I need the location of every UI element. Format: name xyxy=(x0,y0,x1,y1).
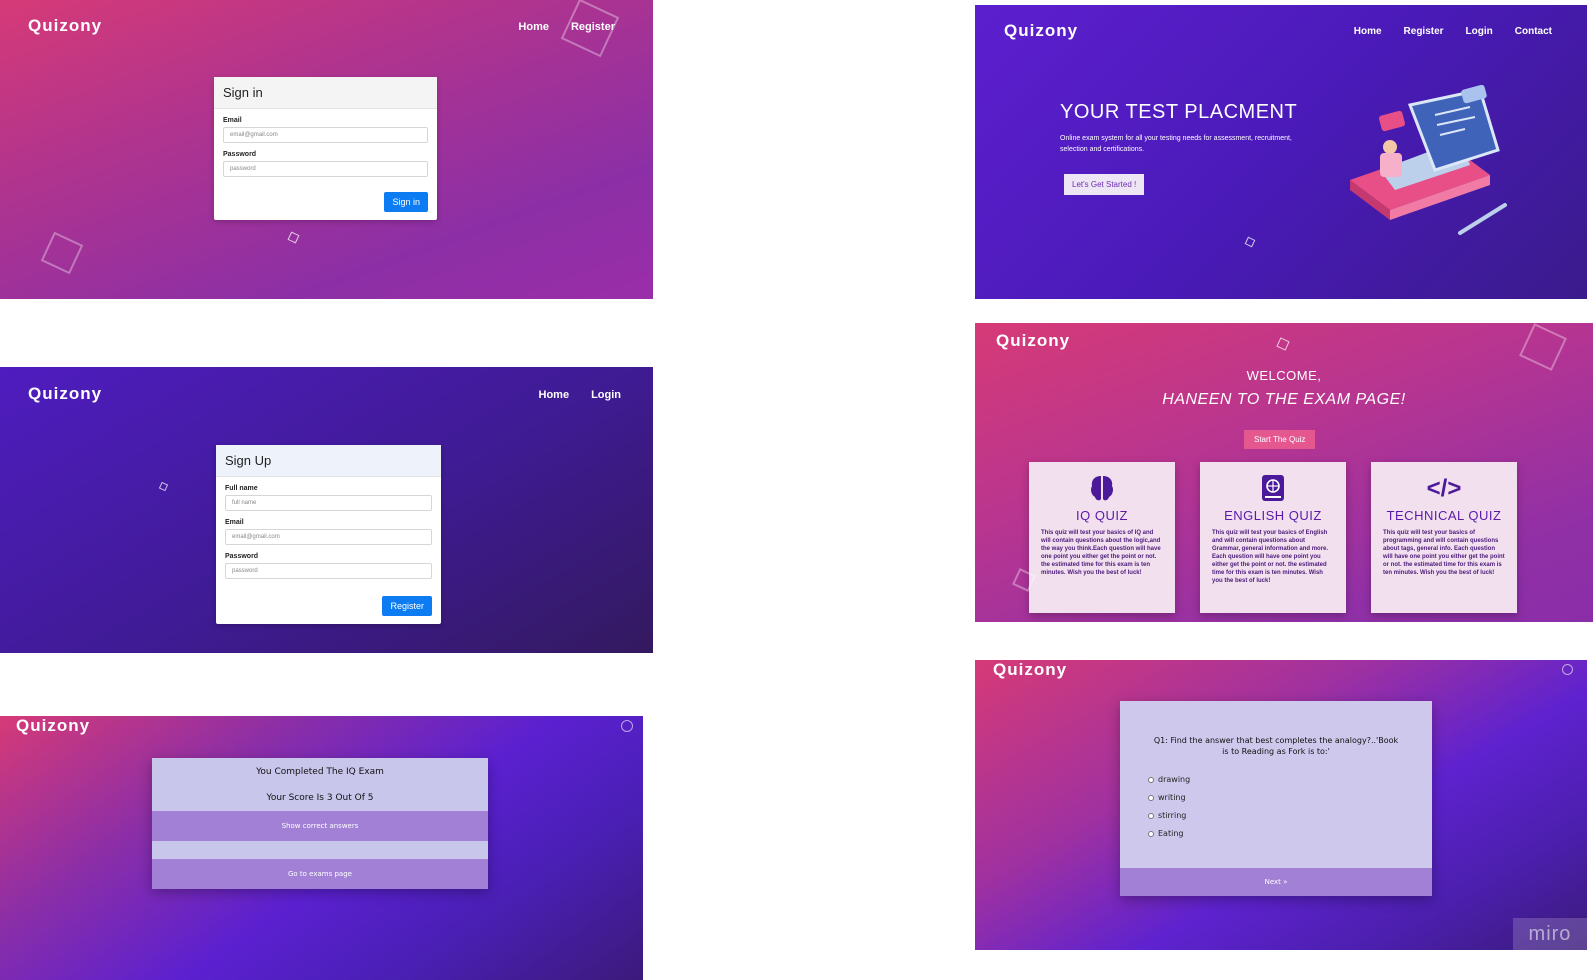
quiz-title: ENGLISH QUIZ xyxy=(1224,508,1322,523)
quiz-title: IQ QUIZ xyxy=(1076,508,1128,523)
card-title: Sign in xyxy=(214,77,437,109)
option-label: stirring xyxy=(1158,811,1187,820)
radio-icon[interactable] xyxy=(1148,812,1154,819)
signup-screen: Quizony Home Login Sign Up Full name ful… xyxy=(0,367,653,653)
email-field[interactable]: email@gmail.com xyxy=(223,127,428,143)
signin-card: Sign in Email email@gmail.com Password p… xyxy=(214,77,437,220)
nav-home[interactable]: Home xyxy=(518,21,549,33)
brand-logo[interactable]: Quizony xyxy=(996,331,1070,351)
get-started-button[interactable]: Let's Get Started ! xyxy=(1064,174,1145,195)
quiz-card-english[interactable]: ENGLISH QUIZ This quiz will test your ba… xyxy=(1200,462,1346,613)
fullname-label: Full name xyxy=(225,485,258,492)
email-label: Email xyxy=(223,117,242,124)
option-label: Eating xyxy=(1158,829,1184,838)
laptop-illustration xyxy=(1350,85,1507,235)
question-text: Q1: Find the answer that best completes … xyxy=(1153,736,1399,756)
decorative-square xyxy=(1244,236,1256,248)
brand-logo[interactable]: Quizony xyxy=(1004,21,1078,41)
welcome-text: WELCOME, xyxy=(1246,368,1322,383)
nav-contact[interactable]: Contact xyxy=(1515,26,1552,37)
register-button[interactable]: Register xyxy=(382,596,432,616)
code-icon: </> xyxy=(1426,475,1462,502)
hero-headline: YOUR TEST PLACMENT xyxy=(1060,101,1298,123)
nav-home[interactable]: Home xyxy=(1354,26,1382,37)
password-field[interactable]: password xyxy=(225,563,432,579)
decorative-square xyxy=(40,231,84,275)
question-card: Q1: Find the answer that best completes … xyxy=(1120,701,1432,896)
miro-watermark: miro xyxy=(1513,918,1587,950)
quiz-description: This quiz will test your basics of IQ an… xyxy=(1041,530,1161,576)
signin-screen: Quizony Home Register Sign in Email emai… xyxy=(0,0,653,299)
next-button[interactable]: Next » xyxy=(1120,868,1432,896)
power-icon[interactable] xyxy=(1562,664,1573,675)
signup-card: Sign Up Full name full name Email email@… xyxy=(216,445,441,624)
brand-logo[interactable]: Quizony xyxy=(993,660,1067,680)
radio-icon[interactable] xyxy=(1148,830,1154,837)
quiz-card-iq[interactable]: IQ QUIZ This quiz will test your basics … xyxy=(1029,462,1175,613)
power-icon[interactable] xyxy=(621,720,633,732)
quiz-description: This quiz will test your basics of progr… xyxy=(1383,530,1505,576)
score-text: Your Score Is 3 Out Of 5 xyxy=(266,793,374,803)
decorative-square xyxy=(560,0,620,58)
radio-icon[interactable] xyxy=(1148,776,1154,783)
option-item[interactable]: writing xyxy=(1148,793,1432,802)
quiz-card-technical[interactable]: </> TECHNICAL QUIZ This quiz will test y… xyxy=(1371,462,1517,613)
result-card: You Completed The IQ Exam Your Score Is … xyxy=(152,758,488,889)
top-nav: Home Register Login Contact xyxy=(1354,26,1552,37)
option-item[interactable]: stirring xyxy=(1148,811,1432,820)
decorative-square xyxy=(1519,323,1567,371)
result-screen: Quizony You Completed The IQ Exam Your S… xyxy=(0,716,643,980)
question-screen: Quizony Q1: Find the answer that best co… xyxy=(975,660,1587,950)
top-nav: Home Login xyxy=(539,389,622,401)
brain-icon xyxy=(1029,474,1175,504)
landing-screen: Quizony Home Register Login Contact YOUR… xyxy=(975,5,1587,299)
brand-logo[interactable]: Quizony xyxy=(28,384,102,404)
radio-icon[interactable] xyxy=(1148,794,1154,801)
decorative-square xyxy=(1276,337,1290,351)
nav-login[interactable]: Login xyxy=(1466,26,1493,37)
option-label: drawing xyxy=(1158,775,1191,784)
decorative-square xyxy=(158,481,169,492)
start-quiz-button[interactable]: Start The Quiz xyxy=(1244,430,1316,449)
email-label: Email xyxy=(225,519,244,526)
fullname-field[interactable]: full name xyxy=(225,495,432,511)
quiz-description: This quiz will test your basics of Engli… xyxy=(1212,530,1329,584)
option-label: writing xyxy=(1158,793,1186,802)
option-item[interactable]: Eating xyxy=(1148,829,1432,838)
exam-screen: Quizony WELCOME, HANEEN TO THE EXAM PAGE… xyxy=(975,323,1593,622)
hero-subtext: Online exam system for all your testing … xyxy=(1060,135,1292,153)
go-to-exams-button[interactable]: Go to exams page xyxy=(152,859,488,889)
brand-logo[interactable]: Quizony xyxy=(16,716,90,736)
decorative-square xyxy=(287,231,300,244)
signin-button[interactable]: Sign in xyxy=(384,192,428,212)
password-label: Password xyxy=(225,553,259,560)
password-field[interactable]: password xyxy=(223,161,428,177)
email-field[interactable]: email@gmail.com xyxy=(225,529,432,545)
exam-page-title: HANEEN TO THE EXAM PAGE! xyxy=(1162,391,1406,408)
nav-login[interactable]: Login xyxy=(591,389,621,401)
brand-logo[interactable]: Quizony xyxy=(28,16,102,36)
nav-home[interactable]: Home xyxy=(539,389,570,401)
password-label: Password xyxy=(223,151,257,158)
show-answers-button[interactable]: Show correct answers xyxy=(152,811,488,841)
card-title: Sign Up xyxy=(216,445,441,477)
completed-text: You Completed The IQ Exam xyxy=(256,767,384,777)
nav-register[interactable]: Register xyxy=(1404,26,1444,37)
book-icon xyxy=(1200,474,1346,504)
option-item[interactable]: drawing xyxy=(1148,775,1432,784)
quiz-title: TECHNICAL QUIZ xyxy=(1386,508,1502,523)
